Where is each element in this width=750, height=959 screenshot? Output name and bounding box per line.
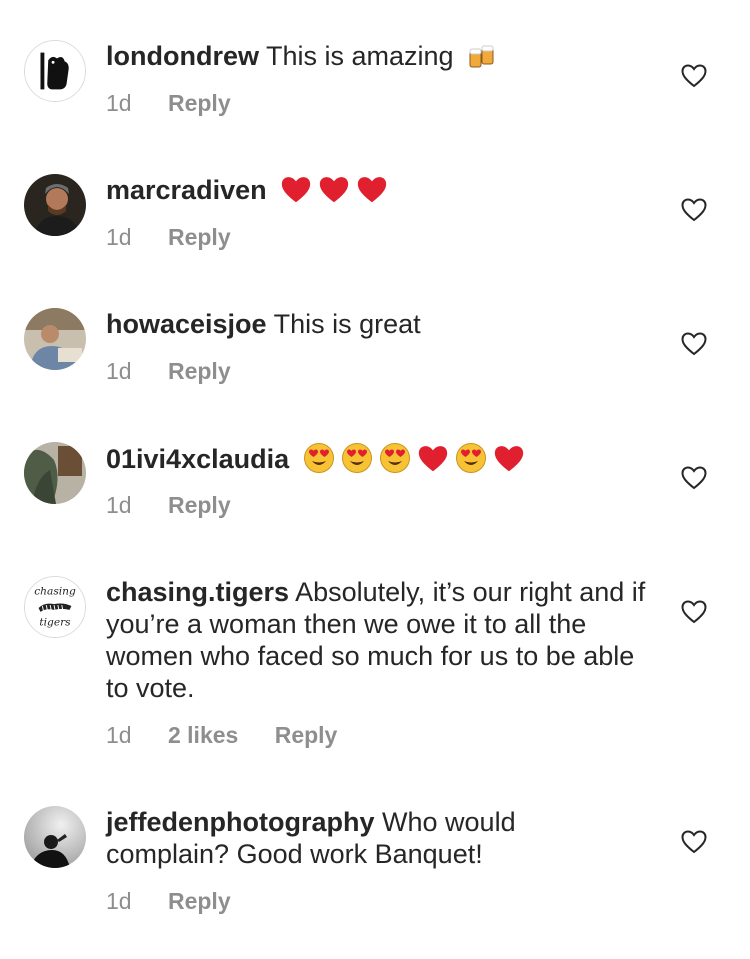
person-photo-icon	[24, 174, 86, 236]
avatar[interactable]	[24, 442, 86, 504]
reply-button[interactable]: Reply	[168, 224, 231, 250]
avatar[interactable]: chasing tigers	[24, 576, 86, 638]
reply-button[interactable]: Reply	[168, 888, 231, 914]
avatar[interactable]	[24, 174, 86, 236]
comment-body: This is great	[273, 309, 421, 339]
heart-eyes-emoji	[303, 442, 335, 481]
comment-meta: 1d Reply	[106, 358, 231, 385]
tiger-logo-icon: chasing tigers	[25, 577, 85, 637]
comment-meta: 1d 2 likes Reply	[106, 722, 337, 749]
red-heart-emoji	[280, 175, 312, 212]
timestamp: 1d	[106, 90, 132, 116]
heart-eyes-emoji	[379, 442, 411, 481]
red-heart-emoji	[356, 175, 388, 212]
reply-button[interactable]: Reply	[168, 492, 231, 518]
red-heart-emoji	[493, 444, 525, 481]
like-heart-icon[interactable]	[681, 830, 707, 854]
like-heart-icon[interactable]	[681, 198, 707, 222]
person-photo-icon	[24, 308, 86, 370]
like-heart-icon[interactable]	[681, 466, 707, 490]
like-heart-icon[interactable]	[681, 600, 707, 624]
avatar[interactable]	[24, 308, 86, 370]
comment-meta: 1d Reply	[106, 888, 231, 915]
avatar[interactable]	[24, 40, 86, 102]
reply-button[interactable]: Reply	[168, 358, 231, 384]
comment-text: jeffedenphotography Who would complain? …	[106, 806, 646, 870]
heart-eyes-emoji	[455, 442, 487, 481]
like-heart-icon[interactable]	[681, 64, 707, 88]
username[interactable]: 01ivi4xclaudia	[106, 444, 289, 474]
timestamp: 1d	[106, 224, 132, 250]
timestamp: 1d	[106, 888, 132, 914]
person-photo-icon	[24, 806, 86, 868]
timestamp: 1d	[106, 492, 132, 518]
username[interactable]: marcradiven	[106, 175, 267, 205]
comment-body: This is amazing	[266, 41, 454, 71]
username[interactable]: chasing.tigers	[106, 577, 289, 607]
comment-text: 01ivi4xclaudia	[106, 442, 646, 481]
beer-mugs-emoji	[467, 43, 497, 78]
like-heart-icon[interactable]	[681, 332, 707, 356]
username[interactable]: howaceisjoe	[106, 309, 267, 339]
logo-text-bottom: tigers	[39, 615, 71, 628]
comment-meta: 1d Reply	[106, 224, 231, 251]
red-heart-emoji	[417, 444, 449, 481]
avatar[interactable]	[24, 806, 86, 868]
person-photo-icon	[24, 442, 86, 504]
username[interactable]: londondrew	[106, 41, 259, 71]
reply-button[interactable]: Reply	[168, 90, 231, 116]
red-heart-emoji	[318, 175, 350, 212]
comment-text: marcradiven	[106, 174, 646, 212]
comment-meta: 1d Reply	[106, 492, 231, 519]
comment-text: chasing.tigers Absolutely, it’s our righ…	[106, 576, 646, 704]
timestamp: 1d	[106, 358, 132, 384]
likes-count[interactable]: 2 likes	[168, 722, 238, 748]
bear-logo-icon	[25, 41, 85, 101]
comment-text: londondrew This is amazing	[106, 40, 646, 78]
username[interactable]: jeffedenphotography	[106, 807, 375, 837]
timestamp: 1d	[106, 722, 132, 748]
comment-text: howaceisjoe This is great	[106, 308, 646, 340]
reply-button[interactable]: Reply	[275, 722, 338, 748]
heart-eyes-emoji	[341, 442, 373, 481]
logo-text-top: chasing	[34, 584, 76, 597]
comment-meta: 1d Reply	[106, 90, 231, 117]
